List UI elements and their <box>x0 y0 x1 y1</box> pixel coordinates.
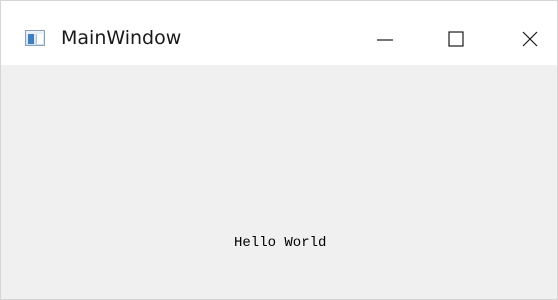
minimize-icon <box>377 39 393 41</box>
hello-label: Hello World <box>234 235 327 251</box>
main-window: MainWindow Hello World <box>0 0 558 300</box>
app-icon-pane-right <box>36 34 43 44</box>
maximize-icon <box>448 31 464 47</box>
minimize-button[interactable] <box>363 21 407 57</box>
close-icon <box>522 31 538 47</box>
client-area: Hello World <box>1 65 557 299</box>
app-icon-pane-left <box>28 34 34 44</box>
window-title: MainWindow <box>61 27 182 49</box>
close-button[interactable] <box>508 21 552 57</box>
maximize-button[interactable] <box>434 21 478 57</box>
app-window-icon[interactable] <box>25 30 45 46</box>
title-bar[interactable]: MainWindow <box>1 1 557 65</box>
